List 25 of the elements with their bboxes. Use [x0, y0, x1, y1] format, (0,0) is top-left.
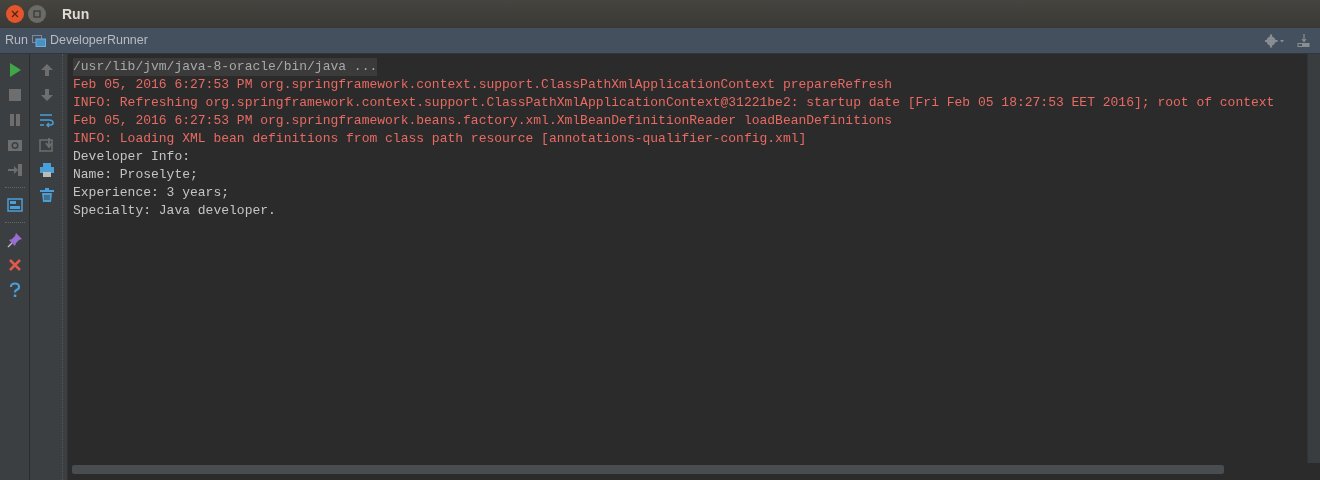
console-line: Feb 05, 2016 6:27:53 PM org.springframework.beans.factory.xml.XmlBeanDefinitionReader loadBeanDefinitions [73, 112, 893, 130]
window-icon [31, 34, 46, 47]
horizontal-scrollbar[interactable] [72, 465, 1224, 474]
console-line: INFO: Loading XML bean definitions from class path resource [annotations-qualifier-config.xml] [73, 130, 807, 148]
maximize-icon [33, 10, 41, 18]
run-config-tab[interactable]: DeveloperRunner [49, 31, 148, 50]
print-icon[interactable] [38, 162, 55, 178]
close-icon [11, 10, 19, 18]
soft-wrap-icon[interactable] [38, 112, 55, 128]
console-line: Name: Proselyte; [73, 166, 198, 184]
hide-icon[interactable] [1297, 33, 1311, 48]
pin-icon[interactable] [6, 232, 23, 248]
close-icon[interactable] [6, 257, 23, 273]
console-line: Specialty: Java developer. [73, 202, 276, 220]
settings-icon[interactable] [1265, 33, 1285, 48]
maximize-button[interactable] [28, 5, 46, 23]
trash-icon[interactable] [38, 187, 55, 203]
close-button[interactable] [6, 5, 24, 23]
console-line: Developer Info: [73, 148, 191, 166]
console-line: Experience: 3 years; [73, 184, 230, 202]
console-line: Feb 05, 2016 6:27:53 PM org.springframework.context.support.ClassPathXmlApplicationContext prepareRefresh [73, 76, 893, 94]
layout-icon[interactable] [6, 197, 23, 213]
window-title: Run [62, 4, 90, 24]
console-line: INFO: Refreshing org.springframework.context.support.ClassPathXmlApplicationContext@31221be2: startup date [Fri Feb 05 18:27:53 EET 2016]; root of context [73, 94, 1275, 112]
tool-window-title: Run [5, 32, 28, 50]
